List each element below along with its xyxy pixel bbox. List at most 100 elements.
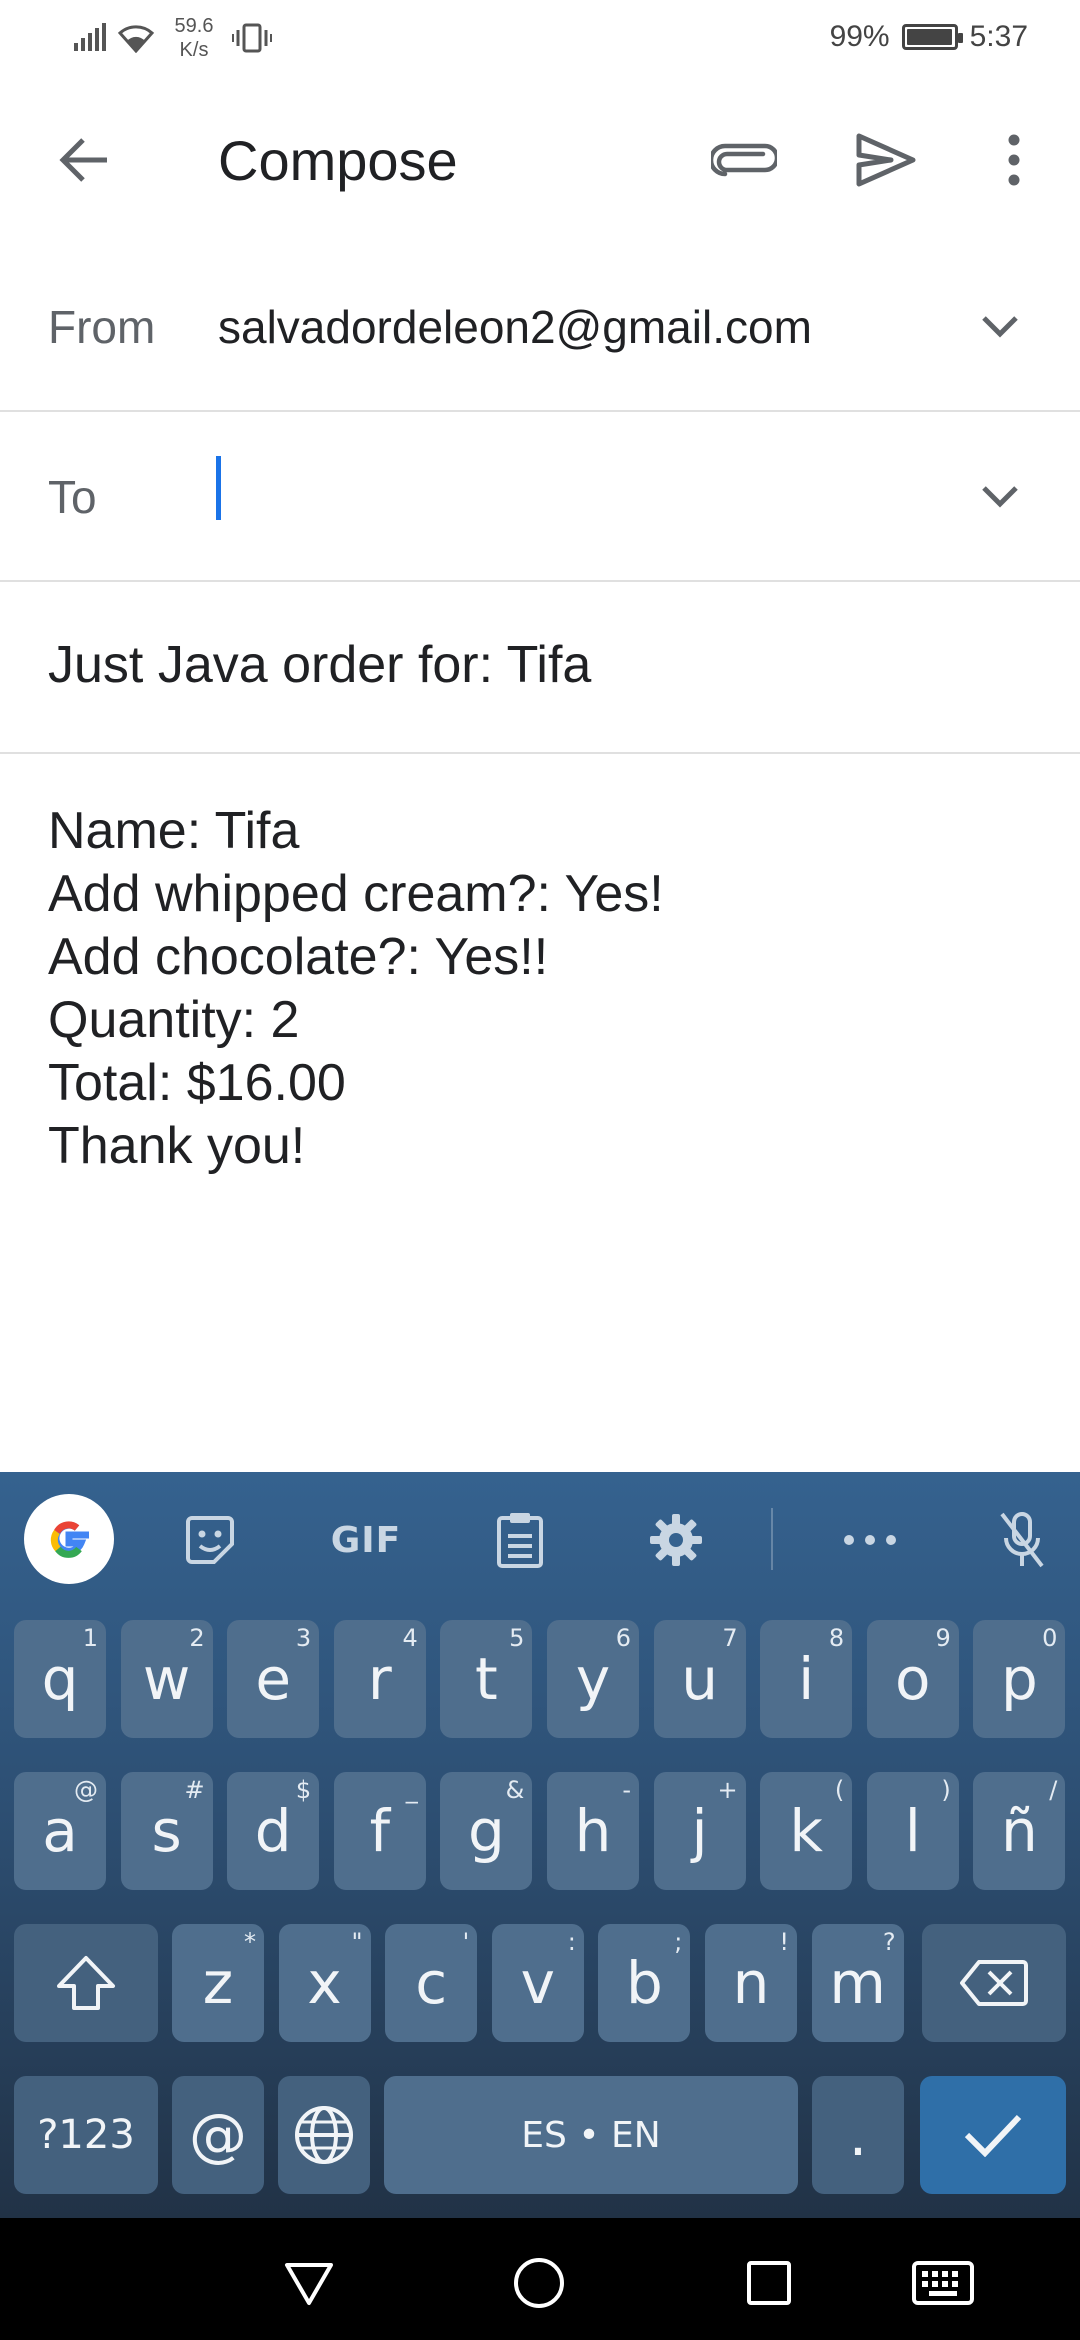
key-hint: 9 <box>935 1624 951 1652</box>
key-k[interactable]: k( <box>760 1772 853 1890</box>
paperclip-icon <box>711 143 777 177</box>
key-label: b <box>625 1949 663 2017</box>
nav-back-button[interactable] <box>264 2238 354 2328</box>
wifi-icon <box>117 25 155 53</box>
key-label: j <box>691 1797 708 1865</box>
key-label: ñ <box>1001 1797 1038 1865</box>
email-body[interactable]: Name: Tifa Add whipped cream?: Yes! Add … <box>48 800 1028 1178</box>
mic-button[interactable] <box>974 1492 1070 1588</box>
clipboard-icon <box>497 1513 543 1568</box>
key-hint: 0 <box>1042 1624 1058 1652</box>
key-label: v <box>520 1949 555 2017</box>
key-label: f <box>369 1797 390 1865</box>
to-dropdown-button[interactable] <box>960 456 1040 536</box>
key-hint: 3 <box>295 1624 312 1652</box>
battery-icon <box>901 24 963 50</box>
key-n[interactable]: n! <box>705 1924 797 2042</box>
attach-button[interactable] <box>700 120 788 200</box>
from-dropdown-button[interactable] <box>960 286 1040 366</box>
key-h[interactable]: h- <box>547 1772 639 1890</box>
signal-icon <box>74 23 106 51</box>
key-j[interactable]: j + <box>653 1772 746 1890</box>
key-hint: ) <box>941 1776 951 1804</box>
key-hint: 6 <box>615 1624 631 1652</box>
subject-text[interactable]: Just Java order for: Tifa <box>48 635 591 695</box>
key-f[interactable]: f _ <box>333 1772 426 1890</box>
keyboard-toggle-button[interactable] <box>898 2238 988 2328</box>
sticker-button[interactable] <box>162 1492 258 1588</box>
more-vert-icon <box>1008 134 1020 186</box>
key-v[interactable]: v: <box>491 1924 584 2042</box>
from-field[interactable]: From salvadordeleon2@gmail.com <box>0 240 1080 412</box>
key-g[interactable]: g & <box>440 1772 533 1890</box>
key-x[interactable]: x " <box>278 1924 371 2042</box>
gif-label: GIF <box>330 1519 402 1561</box>
key-hint: $ <box>295 1776 312 1804</box>
key-label: x <box>307 1949 342 2017</box>
key-label: g <box>467 1797 505 1865</box>
key-d[interactable]: d $ <box>227 1772 320 1890</box>
key-l[interactable]: l) <box>866 1772 959 1890</box>
key-m[interactable]: m? <box>811 1924 904 2042</box>
key-hint: ( <box>834 1776 845 1804</box>
key-c[interactable]: c ' <box>385 1924 478 2042</box>
nav-recents-button[interactable] <box>724 2238 814 2328</box>
key-hint: * <box>244 1928 256 1956</box>
key-r[interactable]: r4 <box>333 1620 426 1738</box>
key-q[interactable]: q1 <box>14 1620 106 1738</box>
key-label: u <box>681 1645 718 1713</box>
key-b[interactable]: b; <box>598 1924 691 2042</box>
more-options-button[interactable] <box>970 120 1058 200</box>
key-t[interactable]: t5 <box>440 1620 533 1738</box>
settings-button[interactable] <box>628 1492 724 1588</box>
key-hint: 5 <box>509 1624 525 1652</box>
net-speed-unit: K/s <box>179 39 209 61</box>
key-e[interactable]: e3 <box>227 1620 320 1738</box>
key-hint: @ <box>74 1776 98 1804</box>
key-u[interactable]: u7 <box>653 1620 746 1738</box>
key-p[interactable]: p0 <box>973 1620 1066 1738</box>
key-label: m <box>829 1949 886 2017</box>
key-y[interactable]: y6 <box>547 1620 639 1738</box>
period-key[interactable]: . <box>812 2076 904 2194</box>
more-keyboard-options-button[interactable] <box>822 1492 918 1588</box>
net-speed-value: 59.6 <box>174 15 214 37</box>
key-ñ[interactable]: ñ / <box>973 1772 1066 1890</box>
clipboard-button[interactable] <box>472 1492 568 1588</box>
toolbar-divider <box>771 1508 773 1570</box>
vibrate-icon <box>232 23 272 53</box>
key-label: i <box>798 1645 815 1713</box>
back-button[interactable] <box>40 120 128 200</box>
key-label: q <box>41 1645 79 1713</box>
key-label: r <box>367 1645 392 1713</box>
enter-key[interactable] <box>920 2076 1066 2194</box>
key-s[interactable]: s # <box>120 1772 213 1890</box>
key-hint: 7 <box>722 1624 738 1652</box>
shift-key[interactable] <box>14 1924 158 2042</box>
language-key[interactable] <box>278 2076 370 2194</box>
gear-icon <box>650 1514 702 1566</box>
status-right: 99% 5:37 <box>830 20 1028 54</box>
key-w[interactable]: w2 <box>120 1620 213 1738</box>
backspace-key[interactable] <box>922 1924 1066 2042</box>
nav-home-button[interactable] <box>494 2238 584 2328</box>
space-key[interactable]: ES • EN <box>384 2076 798 2194</box>
gif-button[interactable]: GIF <box>316 1492 416 1588</box>
key-o[interactable]: o9 <box>866 1620 959 1738</box>
at-key[interactable]: @ <box>172 2076 264 2194</box>
key-label: o <box>895 1645 931 1713</box>
key-label: y <box>575 1645 611 1713</box>
mic-off-icon <box>1000 1512 1044 1568</box>
to-field[interactable]: To <box>0 412 1080 582</box>
text-cursor <box>216 456 221 520</box>
from-value: salvadordeleon2@gmail.com <box>218 301 812 353</box>
send-button[interactable] <box>842 120 930 200</box>
key-i[interactable]: i8 <box>760 1620 853 1738</box>
globe-icon <box>295 2106 353 2164</box>
google-search-button[interactable] <box>24 1494 114 1584</box>
key-label: p <box>1000 1645 1038 1713</box>
key-z[interactable]: z * <box>172 1924 264 2042</box>
to-label: To <box>48 471 97 523</box>
key-a[interactable]: a @ <box>14 1772 106 1890</box>
symbols-key[interactable]: ?123 <box>14 2076 158 2194</box>
